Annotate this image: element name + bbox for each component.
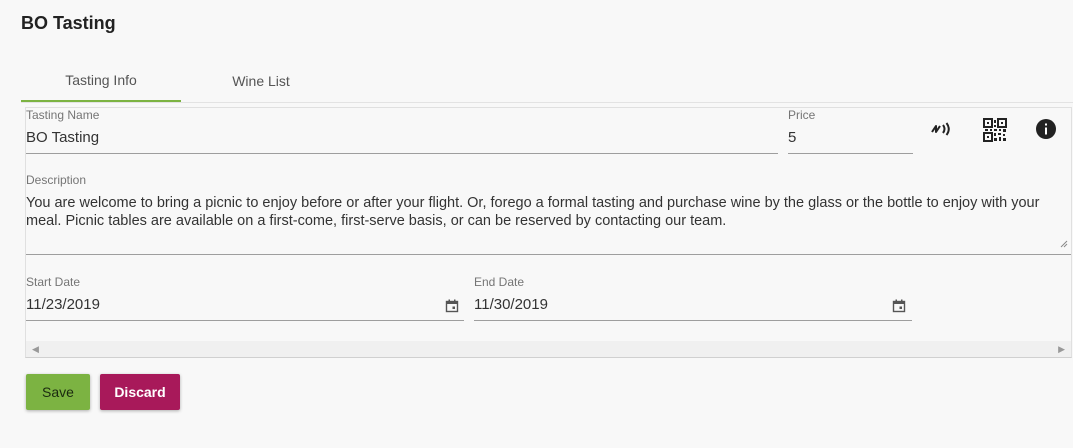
tasting-name-field[interactable]: BO Tasting [26, 129, 99, 146]
price-label: Price [788, 108, 816, 122]
tab-divider [21, 102, 1073, 103]
tab-bar: Tasting Info Wine List [21, 60, 1073, 102]
start-date-field[interactable]: 11/23/2019 [26, 296, 100, 313]
nfc-icon[interactable] [929, 118, 955, 140]
horizontal-scrollbar[interactable]: ◀ ▶ [26, 341, 1071, 357]
description-label: Description [26, 173, 87, 187]
end-date-field[interactable]: 11/30/2019 [474, 296, 548, 313]
save-button[interactable]: Save [26, 374, 90, 410]
tab-tasting-info[interactable]: Tasting Info [21, 60, 181, 102]
nfc-icon-graphic [931, 122, 950, 136]
qr-code-graphic [983, 118, 1007, 142]
scroll-right-icon[interactable]: ▶ [1058, 344, 1065, 355]
resize-handle-icon[interactable] [1060, 240, 1068, 248]
calendar-icon[interactable] [445, 299, 459, 313]
qr-code-icon[interactable] [982, 117, 1008, 143]
end-date-label: End Date [474, 275, 525, 289]
info-icon[interactable] [1035, 118, 1057, 140]
discard-button[interactable]: Discard [100, 374, 180, 410]
info-icon-graphic [1036, 119, 1056, 139]
scroll-left-icon[interactable]: ◀ [32, 344, 39, 355]
tab-wine-list[interactable]: Wine List [181, 60, 341, 102]
tasting-info-panel: Tasting Name BO Tasting Price 5 Descript… [25, 107, 1072, 358]
page-title: BO Tasting [21, 13, 116, 33]
tasting-name-underline [26, 153, 778, 154]
start-date-underline [26, 320, 464, 321]
end-date-underline [474, 320, 912, 321]
calendar-icon[interactable] [892, 299, 906, 313]
description-textarea[interactable]: You are welcome to bring a picnic to enj… [26, 194, 1066, 230]
tasting-name-label: Tasting Name [26, 108, 100, 122]
price-underline [788, 153, 913, 154]
price-field[interactable]: 5 [788, 129, 796, 146]
start-date-label: Start Date [26, 275, 81, 289]
description-underline [26, 254, 1071, 255]
